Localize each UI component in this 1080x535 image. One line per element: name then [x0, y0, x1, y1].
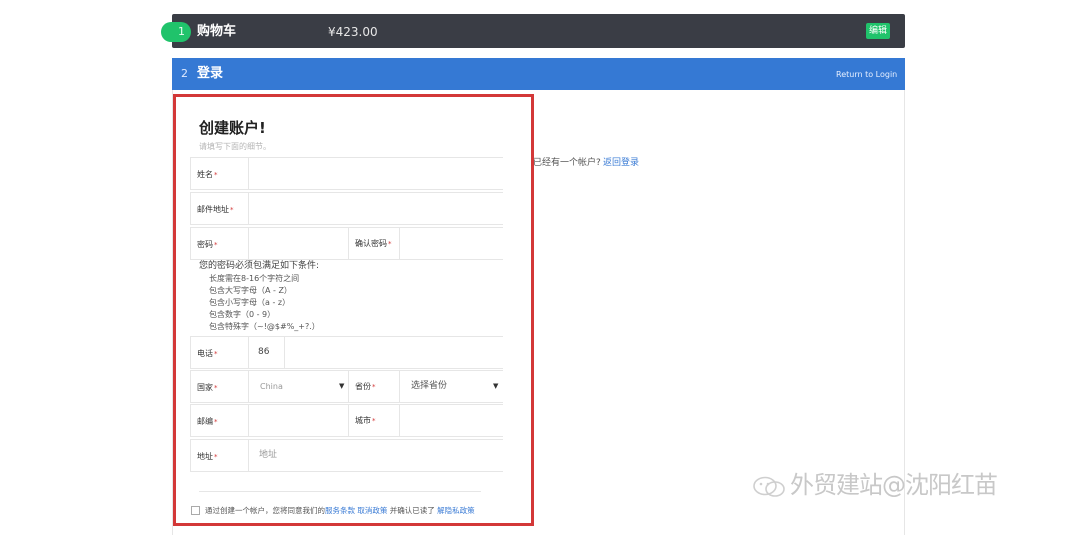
login-step-bar [172, 58, 905, 90]
return-to-login-link[interactable]: Return to Login [836, 69, 897, 81]
step-number-badge: 1 [161, 22, 191, 42]
existing-account-text: 已经有一个帐户? [533, 158, 601, 168]
watermark-text: 外贸建站@沈阳红苗 [790, 471, 998, 499]
edit-cart-button[interactable]: 编辑 [866, 23, 890, 39]
step-number: 2 [181, 67, 188, 80]
highlight-box [173, 94, 534, 526]
cart-step-bar [172, 14, 905, 48]
back-to-login-link[interactable]: 返回登录 [603, 157, 639, 169]
cart-step-title: 购物车 [197, 24, 237, 39]
login-step-title: 登录 [197, 66, 224, 81]
cart-total-amount: ¥423.00 [328, 25, 378, 39]
wechat-icon [753, 476, 785, 497]
